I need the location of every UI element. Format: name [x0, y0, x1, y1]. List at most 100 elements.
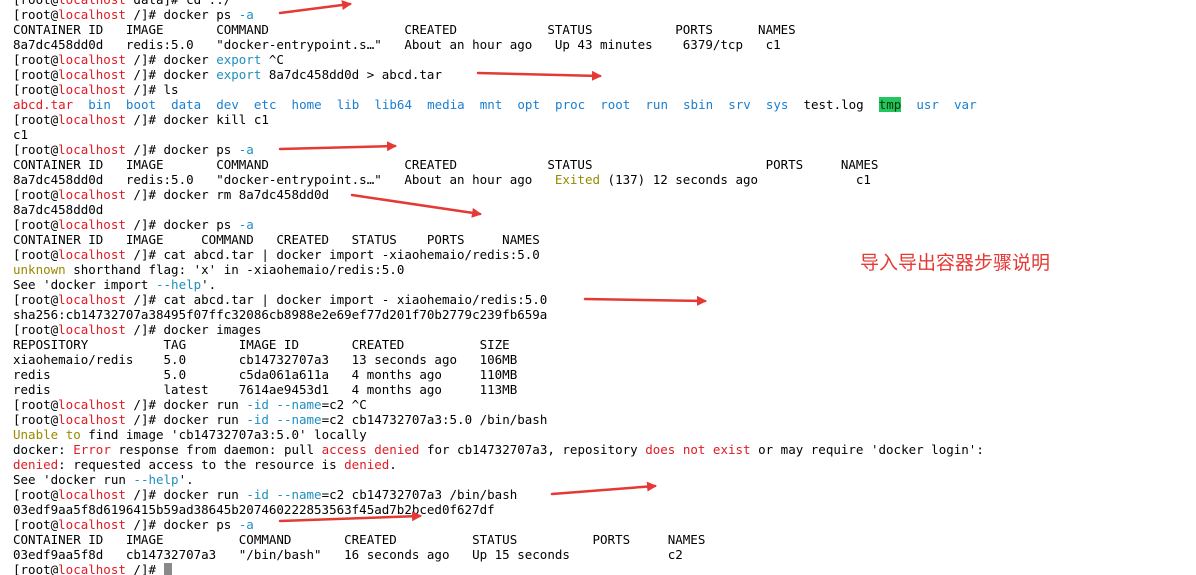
terminal-text: response from daemon: pull: [110, 442, 322, 457]
terminal-text: [root@: [13, 112, 59, 127]
terminal-line: [root@localhost /]# docker run -id --nam…: [13, 412, 984, 427]
terminal-line: docker: Error response from daemon: pull…: [13, 442, 984, 457]
terminal-line: 8a7dc458dd0d: [13, 202, 984, 217]
terminal-text: [root@: [13, 397, 59, 412]
terminal-text: find image 'cb14732707a3:5.0' locally: [80, 427, 367, 442]
terminal-text: /]# docker run: [125, 487, 247, 502]
terminal-text: /]#: [125, 562, 164, 575]
terminal-text: home: [291, 97, 322, 112]
terminal-text: bin: [88, 97, 111, 112]
terminal-text: [root@: [13, 247, 59, 262]
terminal-line: 8a7dc458dd0d redis:5.0 "docker-entrypoin…: [13, 37, 984, 52]
terminal-text: for cb14732707a3, repository: [419, 442, 646, 457]
terminal-line: CONTAINER ID IMAGE COMMAND CREATED STATU…: [13, 532, 984, 547]
terminal-line: [root@localhost /]# docker ps -a: [13, 517, 984, 532]
terminal-text: localhost: [58, 247, 126, 262]
terminal-line: [root@localhost /]# ls: [13, 82, 984, 97]
terminal-text: xiaohemaio/redis 5.0 cb14732707a3 13 sec…: [13, 352, 518, 367]
terminal-line: redis 5.0 c5da061a611a 4 months ago 110M…: [13, 367, 984, 382]
terminal-line: REPOSITORY TAG IMAGE ID CREATED SIZE: [13, 337, 984, 352]
terminal-text: [root@: [13, 292, 59, 307]
terminal-text: [root@: [13, 0, 58, 7]
terminal-text: [root@: [13, 187, 59, 202]
terminal-text: lib64: [374, 97, 412, 112]
terminal-line: xiaohemaio/redis 5.0 cb14732707a3 13 sec…: [13, 352, 984, 367]
terminal-text: [root@: [13, 67, 59, 82]
terminal-text: Error: [73, 442, 111, 457]
terminal-line: [root@localhost /]# docker ps -a: [13, 7, 984, 22]
terminal-line: [root@localhost /]# cat abcd.tar | docke…: [13, 247, 984, 262]
terminal-text: var: [954, 97, 977, 112]
terminal-line: [root@localhost /]# docker run -id --nam…: [13, 397, 984, 412]
terminal-text: c1: [13, 127, 29, 142]
terminal-text: /]# cat abcd.tar | docker import -xiaohe…: [125, 247, 540, 262]
terminal-line: c1: [13, 127, 984, 142]
terminal-text: --help: [133, 472, 179, 487]
terminal-text: run: [645, 97, 668, 112]
terminal-text: -a: [238, 7, 254, 22]
terminal-line: See 'docker import --help'.: [13, 277, 984, 292]
terminal-text: does not exist: [645, 442, 751, 457]
terminal-text: [root@: [13, 487, 59, 502]
terminal-text: /]# docker ps: [125, 217, 239, 232]
terminal-line: [root@localhost /]#: [13, 562, 984, 575]
terminal-text: [root@: [13, 562, 59, 575]
terminal-line: CONTAINER ID IMAGE COMMAND CREATED STATU…: [13, 22, 984, 37]
terminal-text: : requested access to the resource is: [58, 457, 345, 472]
terminal-text: localhost: [58, 112, 126, 127]
terminal-line: redis latest 7614ae9453d1 4 months ago 1…: [13, 382, 984, 397]
terminal-text: See 'docker import: [13, 277, 156, 292]
terminal-text: CONTAINER ID IMAGE COMMAND CREATED STATU…: [13, 532, 706, 547]
terminal-text: to: [65, 427, 81, 442]
terminal-text: [root@: [13, 517, 59, 532]
terminal-text: .: [389, 457, 397, 472]
terminal-line: [root@localhost /]# docker kill c1: [13, 112, 984, 127]
terminal-text: [root@: [13, 412, 59, 427]
terminal-line: Unable to find image 'cb14732707a3:5.0' …: [13, 427, 984, 442]
terminal-text: localhost: [58, 322, 126, 337]
terminal-text: /]# docker run: [125, 397, 247, 412]
terminal-text: localhost: [58, 187, 126, 202]
terminal-window[interactable]: [root@localhost data]# cd ../[root@local…: [0, 0, 1196, 575]
terminal-text: [root@: [13, 322, 59, 337]
terminal-text: --name: [276, 397, 322, 412]
annotation-label: 导入导出容器步骤说明: [860, 252, 1051, 274]
terminal-line: CONTAINER ID IMAGE COMMAND CREATED STATU…: [13, 157, 984, 172]
terminal-text: =c2 cb14732707a3 /bin/bash: [321, 487, 518, 502]
terminal-text: sbin: [683, 97, 714, 112]
terminal-text: -id: [246, 412, 269, 427]
terminal-text: redis 5.0 c5da061a611a 4 months ago 110M…: [13, 367, 518, 382]
terminal-text: ^C: [261, 52, 284, 67]
terminal-text: mnt: [479, 97, 503, 112]
terminal-text: 03edf9aa5f8d6196415b59ad38645b2074602228…: [13, 502, 495, 517]
terminal-text: /]# ls: [125, 82, 179, 97]
terminal-text: export: [216, 67, 262, 82]
terminal-text: tmp: [878, 97, 902, 112]
terminal-text: CONTAINER ID IMAGE COMMAND CREATED STATU…: [13, 22, 796, 37]
terminal-text: data: [171, 97, 202, 112]
terminal-text: redis latest 7614ae9453d1 4 months ago 1…: [13, 382, 518, 397]
cursor-block: [163, 563, 172, 575]
terminal-text: 8a7dc458dd0d: [13, 202, 104, 217]
terminal-text: localhost: [58, 562, 126, 575]
terminal-text: localhost: [58, 517, 126, 532]
terminal-line: [root@localhost /]# docker export 8a7dc4…: [13, 67, 984, 82]
terminal-text: /]# cat abcd.tar | docker import - xiaoh…: [125, 292, 548, 307]
terminal-text: docker:: [13, 442, 74, 457]
terminal-text: sys: [765, 97, 789, 112]
terminal-line: [root@localhost /]# docker export ^C: [13, 52, 984, 67]
terminal-text: -id: [246, 487, 269, 502]
terminal-text: /]# docker ps: [125, 7, 239, 22]
terminal-line: [root@localhost /]# docker ps -a: [13, 217, 984, 232]
terminal-text: export: [216, 52, 262, 67]
terminal-output: [root@localhost data]# cd ../[root@local…: [13, 0, 984, 575]
terminal-text: opt: [517, 97, 540, 112]
